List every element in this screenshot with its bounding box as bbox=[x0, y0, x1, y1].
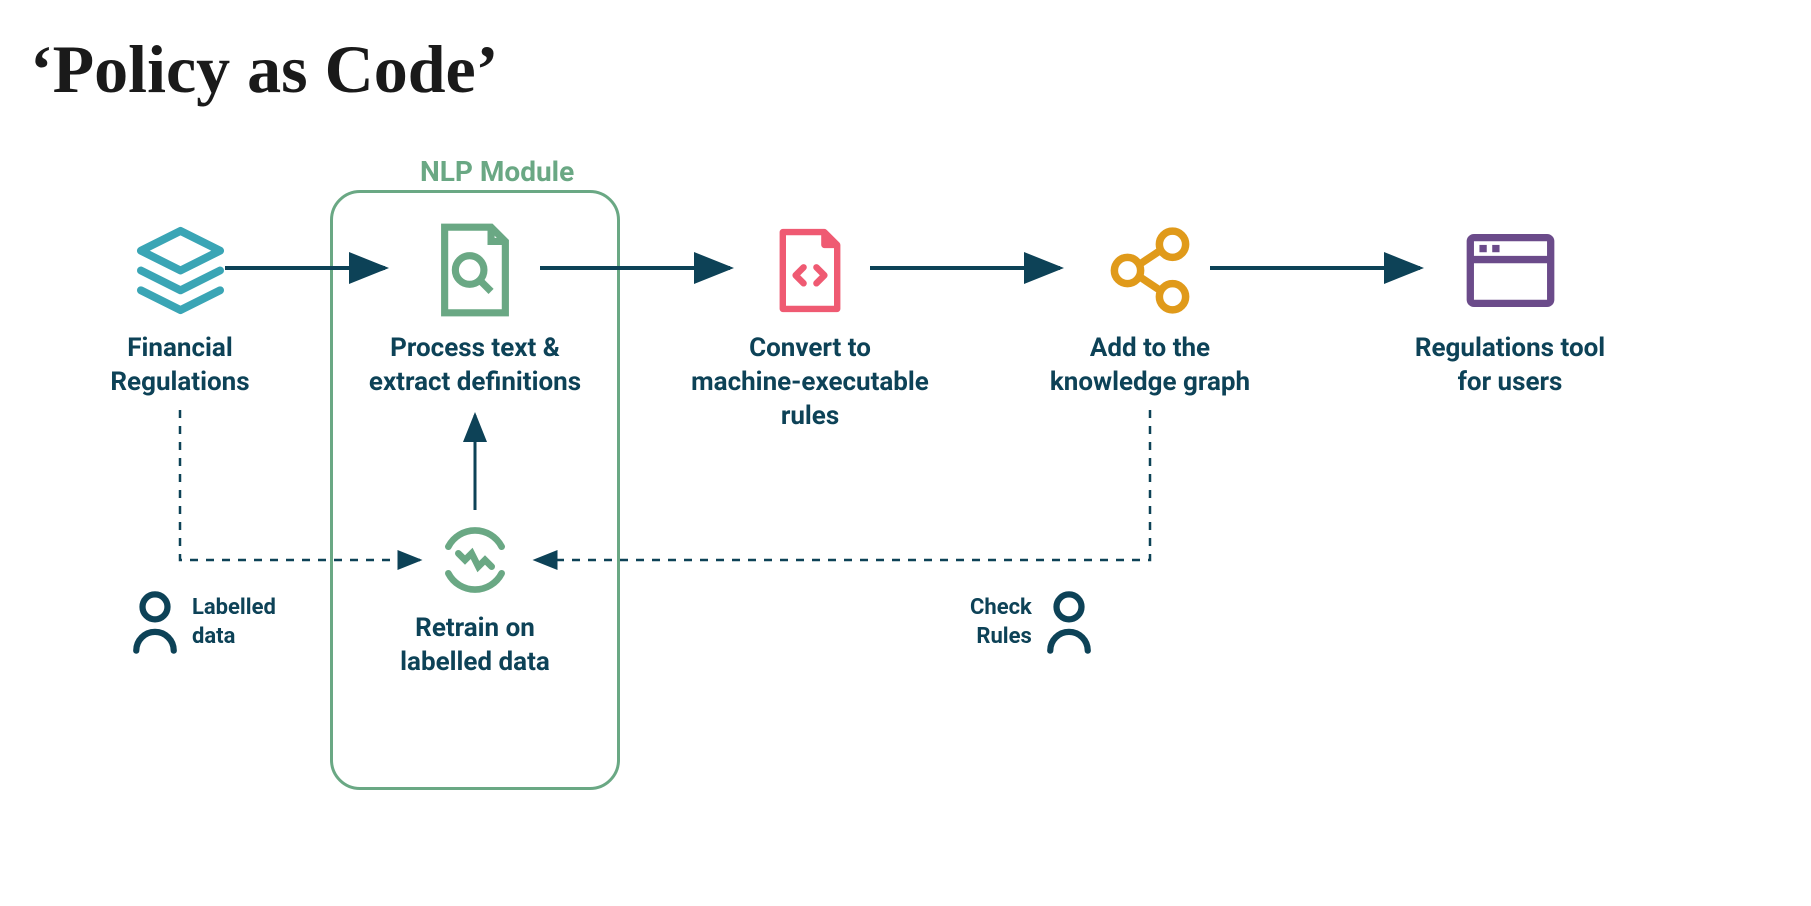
node-financial-label: FinancialRegulations bbox=[80, 332, 280, 400]
node-retrain-label: Retrain onlabelled data bbox=[370, 612, 580, 680]
diagram-canvas: NLP Module FinancialRegulations Process … bbox=[50, 190, 1750, 840]
layers-icon bbox=[80, 220, 280, 320]
node-process-text: Process text &extract definitions bbox=[350, 220, 600, 400]
node-regulations-tool: Regulations toolfor users bbox=[1390, 220, 1630, 400]
document-search-icon bbox=[350, 220, 600, 320]
labelled-data-label: Labelleddata bbox=[192, 594, 276, 651]
node-retrain: Retrain onlabelled data bbox=[370, 520, 580, 680]
node-process-label: Process text &extract definitions bbox=[350, 332, 600, 400]
node-convert-label: Convert tomachine-executablerules bbox=[670, 332, 950, 433]
person-icon bbox=[130, 590, 180, 655]
person-check-rules: CheckRules bbox=[970, 590, 1094, 655]
app-window-icon bbox=[1390, 220, 1630, 320]
code-file-icon bbox=[670, 220, 950, 320]
retrain-cycle-icon bbox=[370, 520, 580, 600]
node-convert: Convert tomachine-executablerules bbox=[670, 220, 950, 433]
person-icon bbox=[1044, 590, 1094, 655]
node-financial-regulations: FinancialRegulations bbox=[80, 220, 280, 400]
diagram-title: ‘Policy as Code’ bbox=[30, 30, 498, 109]
check-rules-label: CheckRules bbox=[970, 594, 1032, 651]
nlp-module-label: NLP Module bbox=[420, 155, 574, 188]
node-knowledge-graph: Add to theknowledge graph bbox=[1030, 220, 1270, 400]
graph-nodes-icon bbox=[1030, 220, 1270, 320]
node-graph-label: Add to theknowledge graph bbox=[1030, 332, 1270, 400]
person-labelled-data: Labelleddata bbox=[130, 590, 276, 655]
node-tool-label: Regulations toolfor users bbox=[1390, 332, 1630, 400]
